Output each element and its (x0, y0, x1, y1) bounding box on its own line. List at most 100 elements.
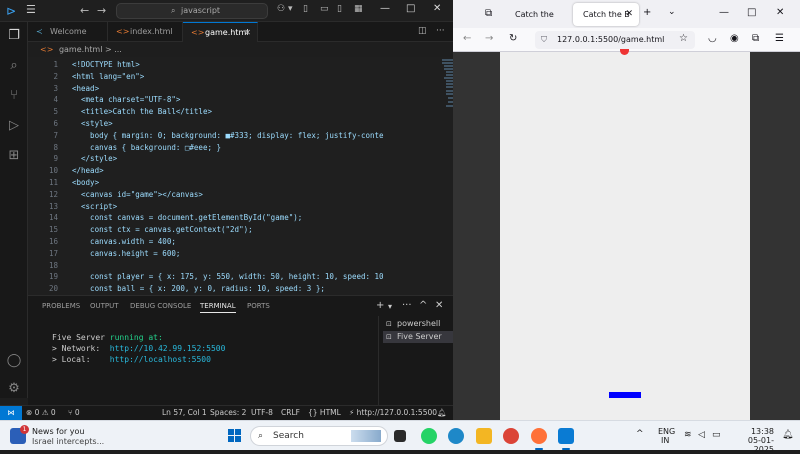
close-icon[interactable]: ✕ (776, 7, 784, 18)
status-problems[interactable]: ⊗ 0 ⚠ 0 (26, 406, 56, 420)
show-hidden-icons-icon[interactable]: ^ (636, 430, 644, 439)
settings-gear-icon[interactable]: ⚙ (6, 381, 22, 397)
taskbar-search[interactable]: ⌕ Search (250, 426, 388, 446)
code-line[interactable]: 17 canvas.height = 600; (28, 248, 410, 260)
list-all-tabs-icon[interactable]: ⌄ (668, 7, 676, 17)
code-line[interactable]: 10 </head> (28, 165, 410, 177)
panel-tab-ports[interactable]: PORTS (247, 302, 270, 310)
code-line[interactable]: 12 <canvas id="game"></canvas> (28, 189, 410, 201)
game-canvas[interactable] (500, 49, 750, 420)
code-line[interactable]: 3 <head> (28, 83, 410, 95)
minimize-icon[interactable]: — (380, 3, 390, 14)
terminal-item-five-server[interactable]: ⊡ Five Server (383, 331, 453, 343)
chevron-down-icon[interactable]: ▾ (288, 4, 293, 14)
url-bar[interactable]: ⛉ 127.0.0.1:5500/game.html (535, 31, 695, 49)
wifi-icon[interactable]: ≋ (684, 431, 692, 440)
close-tab-icon[interactable]: ✕ (244, 23, 251, 43)
more-actions-icon[interactable]: ··· (402, 300, 412, 311)
notifications-bell-icon[interactable]: 🔔︎ (782, 431, 793, 440)
firefox-icon[interactable] (531, 428, 547, 444)
code-line[interactable]: 8 canvas { background: □#eee; } (28, 142, 410, 154)
close-icon[interactable]: ✕ (433, 3, 441, 14)
code-line[interactable]: 18 (28, 260, 410, 272)
code-line[interactable]: 2 <html lang="en"> (28, 71, 410, 83)
search-icon[interactable]: ⌕ (6, 58, 22, 74)
panel-tab-debug-console[interactable]: DEBUG CONSOLE (130, 302, 191, 310)
whatsapp-icon[interactable] (421, 428, 437, 444)
volume-icon[interactable]: ◁ (698, 431, 705, 440)
breadcrumb[interactable]: <> game.html > ... (40, 43, 122, 57)
browser-tab-active[interactable]: Catch the B ✕ (573, 3, 639, 26)
remote-indicator-icon[interactable]: ⋈ (0, 406, 22, 420)
tab-index-html[interactable]: <> index.html (108, 22, 183, 42)
code-line[interactable]: 4 <meta charset="UTF-8"> (28, 94, 410, 106)
panel-tab-terminal[interactable]: TERMINAL (200, 302, 236, 313)
maximize-icon[interactable]: □ (406, 3, 415, 14)
extensions-icon[interactable]: ⧉ (752, 33, 759, 44)
terminal-dropdown-icon[interactable]: ▾ (388, 302, 392, 311)
file-explorer-icon[interactable] (476, 428, 492, 444)
tab-welcome[interactable]: ≺ Welcome (28, 22, 108, 42)
maximize-panel-icon[interactable]: ^ (419, 300, 427, 311)
terminal-network-url[interactable]: http://10.42.99.152:5500 (110, 344, 226, 353)
task-view-icon[interactable] (394, 430, 406, 442)
notifications-bell-icon[interactable]: 🔔︎ (437, 406, 447, 420)
app-menu-icon[interactable]: ☰ (775, 33, 784, 44)
panel-tab-problems[interactable]: PROBLEMS (42, 302, 80, 310)
code-line[interactable]: 7 body { margin: 0; background: ■#333; d… (28, 130, 410, 142)
pocket-icon[interactable]: ◡ (708, 33, 717, 44)
account-icon[interactable]: ◉ (730, 33, 739, 44)
language-indicator[interactable]: ENG IN (658, 427, 675, 445)
back-arrow-icon[interactable]: ← (80, 4, 89, 17)
code-editor[interactable]: 1 <!DOCTYPE html> 2 <html lang="en"> 3 <head>… (28, 57, 453, 295)
battery-icon[interactable]: ▭ (712, 431, 721, 440)
status-cursor-position[interactable]: Ln 57, Col 1 (162, 406, 207, 420)
maximize-icon[interactable]: □ (747, 7, 756, 18)
terminal-local-url[interactable]: http://localhost:5500 (110, 355, 211, 364)
status-live-server[interactable]: ⚡ http://127.0.0.1:5500 (349, 406, 437, 420)
split-editor-icon[interactable]: ◫ (418, 26, 427, 36)
news-widget[interactable]: 1 News for you Israel intercepts... (10, 425, 120, 447)
status-language[interactable]: {} HTML (308, 406, 341, 420)
close-panel-icon[interactable]: ✕ (435, 300, 443, 311)
close-tab-icon[interactable]: ✕ (625, 3, 633, 26)
code-line[interactable]: 14 const canvas = document.getElementByI… (28, 212, 410, 224)
source-control-icon[interactable]: ⑂ (6, 88, 22, 104)
status-ports[interactable]: ⑂ 0 (68, 406, 80, 420)
status-indentation[interactable]: Spaces: 2 (210, 406, 246, 420)
command-center-search[interactable]: ⌕ javascript (116, 3, 268, 19)
code-line[interactable]: 20 const ball = { x: 200, y: 0, radius: … (28, 283, 410, 295)
code-line[interactable]: 5 <title>Catch the Ball</title> (28, 106, 410, 118)
hamburger-menu-icon[interactable]: ☰ (26, 3, 36, 16)
toggle-secondary-sidebar-icon[interactable]: ▯ (337, 4, 342, 14)
reload-icon[interactable]: ↻ (509, 33, 517, 44)
edge-icon[interactable] (448, 428, 464, 444)
code-line[interactable]: 19 const player = { x: 175, y: 550, widt… (28, 271, 410, 283)
code-line[interactable]: 13 <script> (28, 201, 410, 213)
run-debug-icon[interactable]: ▷ (6, 118, 22, 134)
minimize-icon[interactable]: — (719, 7, 729, 18)
tab-game-html[interactable]: <> game.html ✕ (183, 22, 258, 42)
tab-overview-icon[interactable]: ⧉ (485, 8, 492, 19)
panel-tab-output[interactable]: OUTPUT (90, 302, 119, 310)
chrome-icon[interactable] (503, 428, 519, 444)
bookmark-star-icon[interactable]: ☆ (679, 33, 688, 44)
explorer-icon[interactable]: ❐ (6, 28, 22, 44)
customize-layout-icon[interactable]: ▦ (354, 4, 363, 14)
terminal-item-powershell[interactable]: ⊡ powershell (383, 318, 453, 330)
copilot-icon[interactable]: ⚇ (277, 4, 285, 14)
more-actions-icon[interactable]: ··· (436, 26, 445, 36)
browser-tab-1[interactable]: Catch the Ball (505, 3, 567, 42)
terminal-output[interactable]: Five Server running at: > Network: http:… (52, 332, 225, 365)
windows-start-icon[interactable] (228, 429, 242, 443)
forward-arrow-icon[interactable]: → (485, 33, 493, 44)
toggle-primary-sidebar-icon[interactable]: ▯ (303, 4, 308, 14)
account-icon[interactable]: ◯ (6, 353, 22, 369)
code-line[interactable]: 15 const ctx = canvas.getContext("2d"); (28, 224, 410, 236)
forward-arrow-icon[interactable]: → (97, 4, 106, 17)
status-eol[interactable]: CRLF (281, 406, 300, 420)
back-arrow-icon[interactable]: ← (463, 33, 471, 44)
minimap[interactable] (440, 57, 453, 117)
code-line[interactable]: 6 <style> (28, 118, 410, 130)
code-line[interactable]: 11 <body> (28, 177, 410, 189)
